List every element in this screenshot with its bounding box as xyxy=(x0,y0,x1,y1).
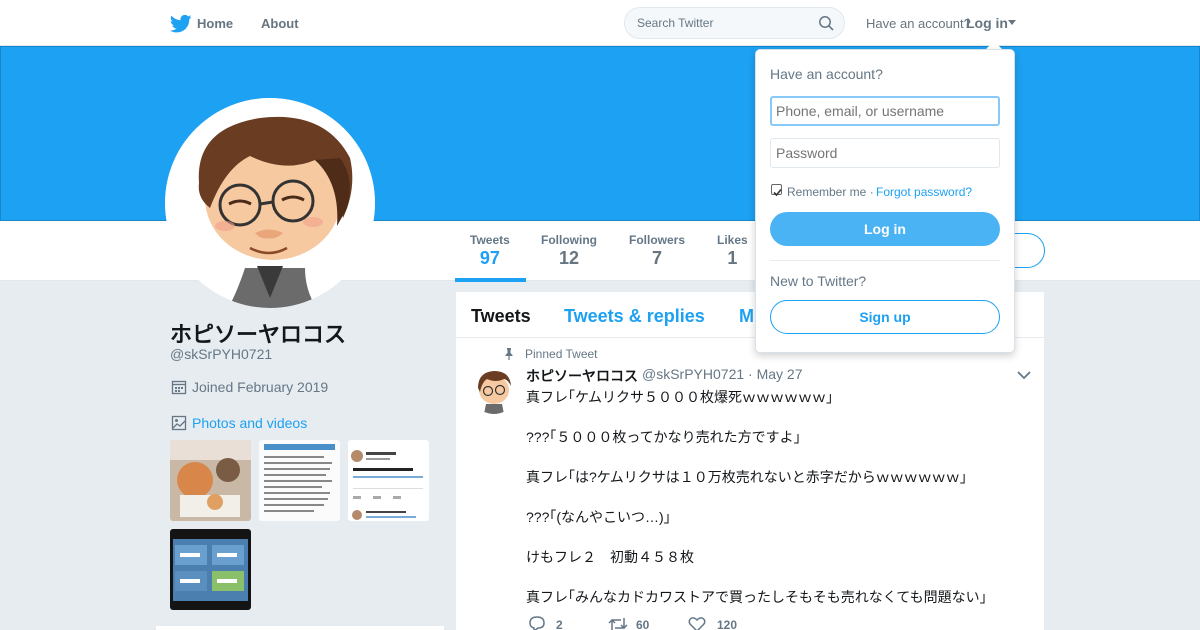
caret-down-icon[interactable] xyxy=(1008,20,1016,25)
search-input[interactable]: Search Twitter xyxy=(624,7,845,39)
stat-following[interactable]: Following 12 xyxy=(541,233,597,269)
tab-media[interactable]: M xyxy=(739,306,754,327)
signup-button[interactable]: Sign up xyxy=(770,300,1000,334)
login-dropdown-title: Have an account? xyxy=(770,66,883,82)
media-thumbnail[interactable] xyxy=(170,440,251,521)
nav-home-link[interactable]: Home xyxy=(197,16,233,31)
left-sidebar-card xyxy=(156,626,444,630)
retweet-count: 60 xyxy=(636,618,650,630)
search-placeholder: Search Twitter xyxy=(637,16,714,30)
stat-label: Followers xyxy=(629,233,686,247)
heart-icon[interactable] xyxy=(688,616,706,630)
photo-icon xyxy=(171,415,187,431)
username-field[interactable] xyxy=(770,96,1000,126)
reply-count: 2 xyxy=(556,618,563,630)
pin-icon xyxy=(505,348,513,360)
tweet-text-line: けもフレ２ 初動４５８枚 xyxy=(526,549,694,565)
have-account-text: Have an account? xyxy=(866,16,971,31)
avatar-illustration xyxy=(165,98,375,308)
active-stat-underline xyxy=(455,278,526,282)
tweet-text-line: ???｢(なんやこいつ…)｣ xyxy=(526,509,671,525)
reply-icon[interactable] xyxy=(528,616,546,630)
media-thumbnail[interactable] xyxy=(170,529,251,610)
remember-me-label[interactable]: Remember me · xyxy=(787,185,874,199)
tweet-text-line: ???｢５０００枚ってかなり売れた方ですよ｣ xyxy=(526,429,801,445)
like-count: 120 xyxy=(717,618,738,630)
twitter-bird-icon[interactable] xyxy=(170,14,192,34)
tweet-text-line: 真フレ｢みんなカドカワストアで買ったしそもそも売れなくても問題ない｣ xyxy=(526,589,987,605)
pinned-tweet-label: Pinned Tweet xyxy=(525,347,598,361)
profile-handle[interactable]: @skSrPYH0721 xyxy=(170,346,272,362)
stat-value: 97 xyxy=(479,248,500,268)
tweet-avatar[interactable] xyxy=(470,366,518,414)
tab-tweets[interactable]: Tweets xyxy=(471,306,531,327)
stat-label: Following xyxy=(541,233,597,247)
new-to-twitter-text: New to Twitter? xyxy=(770,273,867,289)
divider xyxy=(770,260,1000,261)
tweet-text-line: 真フレ｢ケムリクサ５０００枚爆死ｗｗｗｗｗｗ｣ xyxy=(526,389,834,405)
tweet-handle-date[interactable]: @skSrPYH0721 · May 27 xyxy=(642,366,803,382)
profile-name[interactable]: ホピソーヤロコス xyxy=(170,317,346,349)
nav-login-dropdown[interactable]: Log in xyxy=(966,15,1008,31)
media-thumbnail[interactable] xyxy=(348,440,429,521)
forgot-password-link[interactable]: Forgot password? xyxy=(876,185,972,199)
login-button[interactable]: Log in xyxy=(770,212,1000,246)
tweet-author-name[interactable]: ホピソーヤロコス xyxy=(526,366,638,386)
top-navigation: Home About Search Twitter Have an accoun… xyxy=(0,0,1200,46)
calendar-icon xyxy=(171,380,187,395)
checkmark-icon xyxy=(773,188,782,197)
stat-value: 7 xyxy=(652,248,663,268)
stat-tweets[interactable]: Tweets 97 xyxy=(470,233,510,269)
stat-value: 12 xyxy=(558,248,580,268)
stat-followers[interactable]: Followers 7 xyxy=(629,233,685,269)
search-icon[interactable] xyxy=(818,15,834,31)
stat-label: Tweets xyxy=(470,233,510,247)
stat-likes[interactable]: Likes 1 xyxy=(717,233,748,269)
photos-and-videos-link[interactable]: Photos and videos xyxy=(192,415,307,431)
remember-me-checkbox[interactable] xyxy=(771,184,782,197)
profile-avatar[interactable] xyxy=(165,98,375,308)
stat-label: Likes xyxy=(717,233,748,247)
media-thumbnail[interactable] xyxy=(259,440,340,521)
joined-date: Joined February 2019 xyxy=(192,379,329,395)
retweet-icon[interactable] xyxy=(608,616,628,630)
stat-value: 1 xyxy=(727,248,738,268)
login-dropdown: Have an account? Remember me · Forgot pa… xyxy=(755,49,1015,353)
chevron-down-icon[interactable] xyxy=(1017,370,1031,380)
nav-about-link[interactable]: About xyxy=(261,16,299,31)
tweet-text-line: 真フレ｢は?ケムリクサは１０万枚売れないと赤字だからｗｗｗｗｗｗ｣ xyxy=(526,469,967,485)
password-field[interactable] xyxy=(770,138,1000,168)
tab-tweets-and-replies[interactable]: Tweets & replies xyxy=(564,306,705,327)
